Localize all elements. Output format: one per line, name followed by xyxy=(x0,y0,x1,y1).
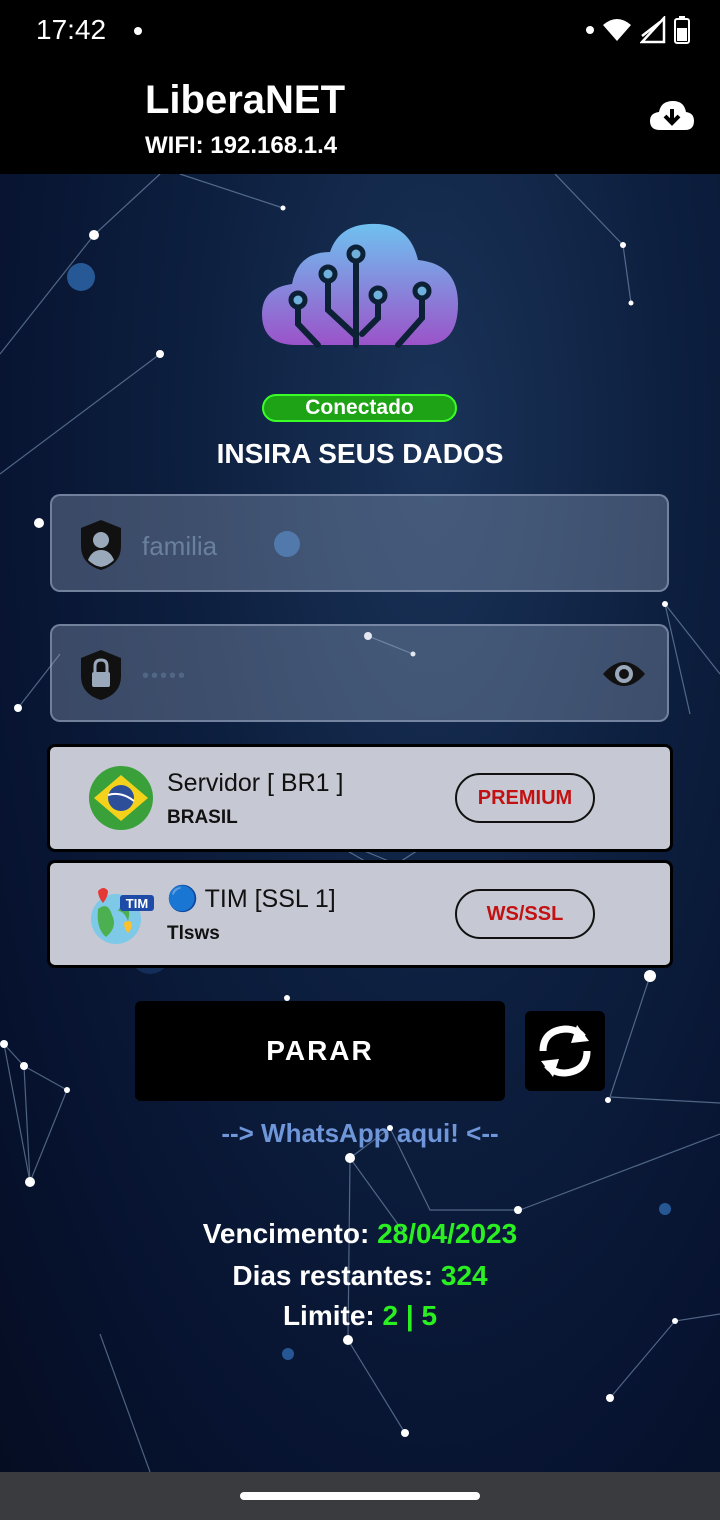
status-time: 17:42 xyxy=(36,14,107,45)
eye-icon[interactable] xyxy=(601,656,647,692)
expiry-label: Vencimento: xyxy=(202,1218,370,1249)
app-logo xyxy=(262,223,458,348)
wifi-icon xyxy=(603,19,631,41)
server-name: Servidor [ BR1 ] xyxy=(167,769,344,797)
limit-label: Limite: xyxy=(282,1300,375,1331)
username-input[interactable] xyxy=(140,520,584,572)
expiry-line: Vencimento: 28/04/2023 xyxy=(0,1218,720,1250)
home-gesture-handle[interactable] xyxy=(240,1492,480,1500)
password-field[interactable] xyxy=(50,624,669,722)
battery-icon xyxy=(674,16,690,44)
stop-button[interactable]: PARAR xyxy=(135,1001,505,1101)
connection-status-badge: Conectado xyxy=(262,394,457,422)
expiry-value: 28/04/2023 xyxy=(377,1218,518,1249)
days-line: Dias restantes: 324 xyxy=(0,1260,720,1292)
server-country: BRASIL xyxy=(167,807,238,828)
svg-text:TIM: TIM xyxy=(126,896,148,911)
notification-dot-icon xyxy=(134,27,142,35)
days-value: 324 xyxy=(440,1260,488,1291)
navigation-bar xyxy=(0,1472,720,1520)
server-selector[interactable]: Servidor [ BR1 ] BRASIL PREMIUM xyxy=(47,744,673,852)
ws-ssl-tag: WS/SSL xyxy=(455,889,595,939)
app-title: LiberaNET xyxy=(145,78,346,122)
lock-shield-icon xyxy=(81,650,121,700)
signal-icon xyxy=(640,16,666,44)
cloud-download-icon[interactable] xyxy=(648,96,696,136)
brazil-flag-icon xyxy=(89,766,153,830)
network-mode: Tlsws xyxy=(167,923,220,944)
notification-dot-icon xyxy=(586,26,594,34)
user-shield-icon xyxy=(81,520,121,570)
tim-globe-icon: TIM xyxy=(91,888,154,944)
premium-tag: PREMIUM xyxy=(455,773,595,823)
whatsapp-link[interactable]: --> WhatsApp aqui! <-- xyxy=(0,1118,720,1149)
username-field[interactable] xyxy=(50,494,669,592)
password-input[interactable] xyxy=(140,650,584,702)
network-name: 🔵 TIM [SSL 1] xyxy=(167,885,336,913)
app-bar: LiberaNET WIFI: 192.168.1.4 xyxy=(0,64,720,174)
refresh-button[interactable] xyxy=(525,1011,605,1091)
wifi-address: WIFI: 192.168.1.4 xyxy=(145,132,338,159)
refresh-icon xyxy=(539,1025,591,1077)
limit-value: 2 | 5 xyxy=(382,1300,438,1331)
status-bar: 17:42 xyxy=(0,0,720,64)
page-heading: INSIRA SEUS DADOS xyxy=(216,438,504,469)
days-label: Dias restantes: xyxy=(232,1260,434,1291)
status-icons xyxy=(586,16,690,44)
network-selector[interactable]: TIM 🔵 TIM [SSL 1] Tlsws WS/SSL xyxy=(47,860,673,968)
limit-line: Limite: 2 | 5 xyxy=(0,1300,720,1332)
